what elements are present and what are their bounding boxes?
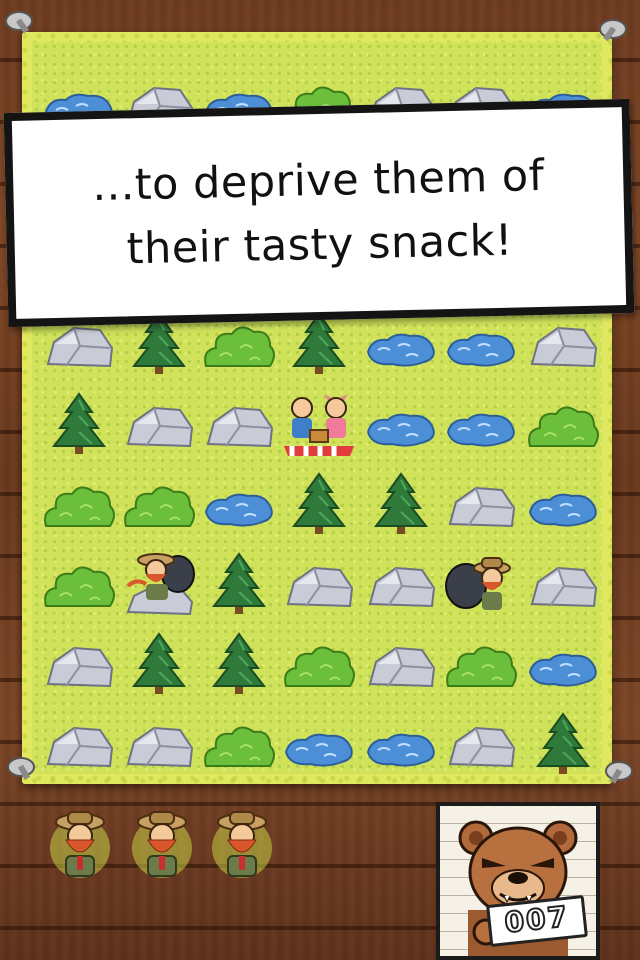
tile-bush-icon[interactable] — [40, 552, 118, 616]
tile-bush-icon[interactable] — [120, 472, 198, 536]
tile-rock-icon[interactable] — [362, 552, 440, 616]
tile-rock-icon[interactable] — [524, 552, 602, 616]
tile-rock-icon[interactable] — [40, 712, 118, 776]
tile-water-icon[interactable] — [362, 392, 440, 456]
tile-tree-icon[interactable] — [200, 632, 278, 696]
tile-rock-icon[interactable] — [280, 552, 358, 616]
tile-water-icon[interactable] — [362, 712, 440, 776]
tile-tree-icon[interactable] — [362, 472, 440, 536]
tile-rock-icon[interactable] — [442, 712, 520, 776]
tile-water-icon[interactable] — [280, 712, 358, 776]
tile-water-icon[interactable] — [362, 312, 440, 376]
tile-bush-icon[interactable] — [280, 632, 358, 696]
tile-tree-icon[interactable] — [40, 392, 118, 456]
tile-tree-icon[interactable] — [120, 632, 198, 696]
tile-rock-icon[interactable] — [200, 392, 278, 456]
tile-water-icon[interactable] — [442, 392, 520, 456]
tile-rock-icon[interactable] — [120, 392, 198, 456]
tile-rock-icon[interactable] — [120, 712, 198, 776]
life-ranger-icon — [208, 808, 276, 880]
tile-tree-icon[interactable] — [200, 552, 278, 616]
tile-water-icon[interactable] — [200, 472, 278, 536]
tile-rock-icon[interactable] — [524, 312, 602, 376]
tile-bush-icon[interactable] — [442, 632, 520, 696]
tile-bush-icon[interactable] — [40, 472, 118, 536]
tile-rock-icon[interactable] — [362, 632, 440, 696]
caption-banner: ...to deprive them of their tasty snack! — [3, 98, 635, 328]
life-ranger-icon — [128, 808, 196, 880]
tile-tree-icon[interactable] — [280, 312, 358, 376]
tile-water-icon[interactable] — [524, 632, 602, 696]
tile-tree-icon[interactable] — [280, 472, 358, 536]
tile-rock-ranger-icon[interactable] — [120, 552, 198, 616]
tile-tree-icon[interactable] — [524, 712, 602, 776]
life-ranger-icon — [46, 808, 114, 880]
bear-mugshot: 007 — [436, 802, 600, 960]
tile-rock-icon[interactable] — [40, 632, 118, 696]
tile-picnic-icon[interactable] — [280, 392, 358, 456]
tile-rock-icon[interactable] — [442, 472, 520, 536]
tile-bush-icon[interactable] — [524, 392, 602, 456]
tile-bush-icon[interactable] — [200, 712, 278, 776]
tile-ranger-icon[interactable] — [442, 552, 520, 616]
tile-water-icon[interactable] — [524, 472, 602, 536]
tile-water-icon[interactable] — [442, 312, 520, 376]
caption-text: ...to deprive them of their tasty snack! — [91, 150, 545, 275]
